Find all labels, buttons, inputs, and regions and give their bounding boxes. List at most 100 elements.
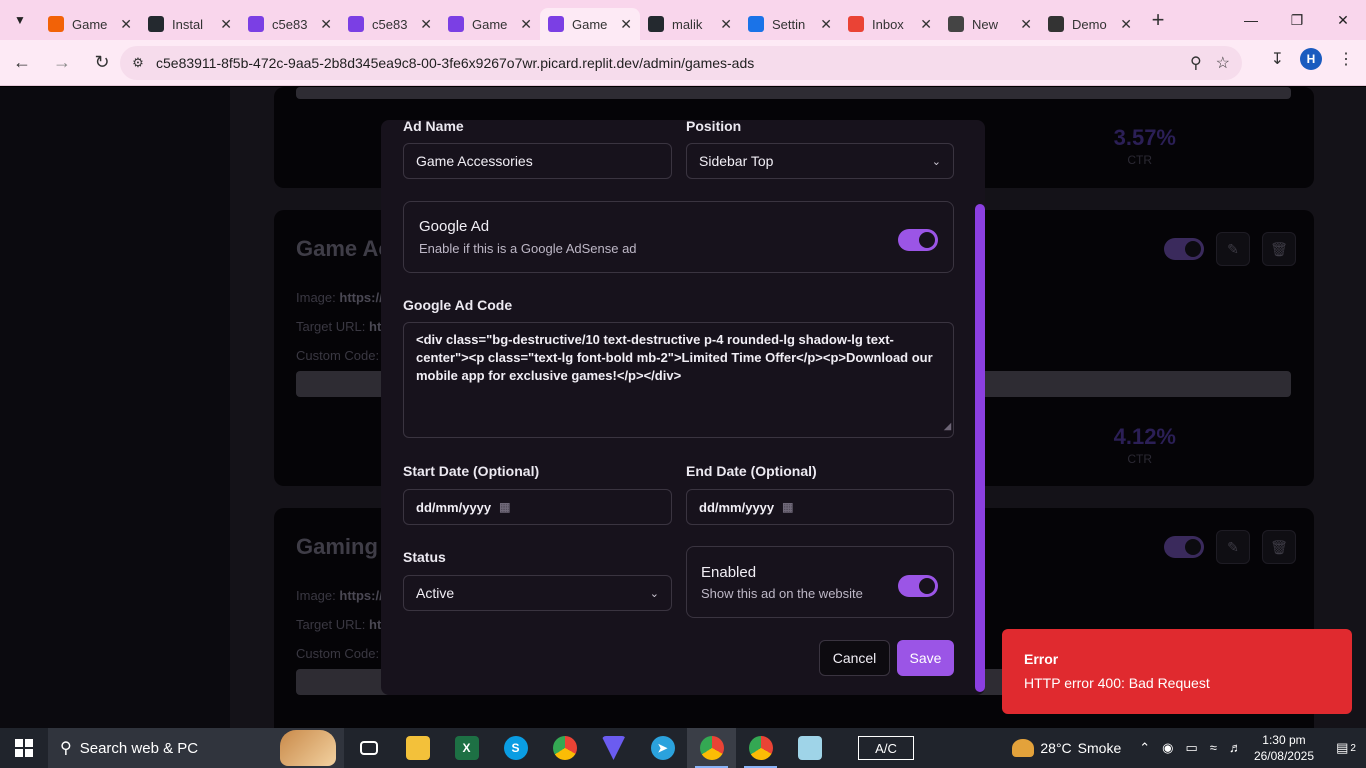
enabled-toggle[interactable] <box>898 575 938 597</box>
ad-name-input[interactable]: Game Accessories <box>403 143 672 179</box>
skype-icon[interactable]: S <box>491 728 540 768</box>
vpn-icon[interactable] <box>589 728 638 768</box>
forward-icon[interactable]: → <box>44 45 80 81</box>
close-tab-icon[interactable]: ✕ <box>1020 16 1032 33</box>
start-date-label: Start Date (Optional) <box>403 463 540 479</box>
enabled-description: Show this ad on the website <box>701 586 863 601</box>
gamepad-icon <box>348 16 364 32</box>
ac-indicator[interactable]: A/C <box>858 736 914 760</box>
browser-tab[interactable]: c5e83 ✕ <box>240 8 340 40</box>
edit-icon[interactable]: ✎ <box>1216 232 1250 266</box>
card-enabled-toggle[interactable] <box>1164 238 1204 260</box>
dialog-scrollbar[interactable] <box>975 204 985 692</box>
telegram-icon[interactable]: ➤ <box>638 728 687 768</box>
browser-tab[interactable]: c5e83 ✕ <box>340 8 440 40</box>
download-icon[interactable]: ↧ <box>1271 49 1284 69</box>
openai-icon <box>1048 16 1064 32</box>
zoom-icon[interactable]: ⚲ <box>1190 53 1202 73</box>
chrome-profile-icon[interactable] <box>687 728 736 768</box>
start-date-input[interactable]: dd/mm/yyyy ▦ <box>403 489 672 525</box>
tab-title: Inbox <box>872 16 904 32</box>
task-view-icon[interactable] <box>344 728 393 768</box>
volume-icon[interactable]: ♬ <box>1229 740 1242 756</box>
site-info-icon[interactable]: ⚙ <box>120 55 156 71</box>
back-icon[interactable]: ← <box>4 45 40 81</box>
edit-icon[interactable]: ✎ <box>1216 530 1250 564</box>
trash-icon[interactable]: 🗑 <box>1262 232 1296 266</box>
excel-icon[interactable]: X <box>442 728 491 768</box>
reload-icon[interactable]: ↻ <box>84 45 120 81</box>
menu-kebab-icon[interactable]: ⋮ <box>1338 49 1354 69</box>
close-window-icon[interactable]: ✕ <box>1320 0 1366 40</box>
save-button[interactable]: Save <box>897 640 954 676</box>
end-date-input[interactable]: dd/mm/yyyy ▦ <box>686 489 954 525</box>
close-tab-icon[interactable]: ✕ <box>820 16 832 33</box>
cancel-button[interactable]: Cancel <box>819 640 890 676</box>
minimize-icon[interactable]: — <box>1228 0 1274 40</box>
file-explorer-icon[interactable] <box>393 728 442 768</box>
tab-title: Game <box>472 16 508 32</box>
close-tab-icon[interactable]: ✕ <box>320 16 332 33</box>
close-tab-icon[interactable]: ✕ <box>1120 16 1132 33</box>
end-date-placeholder: dd/mm/yyyy <box>699 499 775 515</box>
browser-tab[interactable]: Game ✕ <box>440 8 540 40</box>
new-tab-button[interactable]: + <box>1140 0 1176 40</box>
wifi-icon[interactable]: ≈ <box>1210 740 1217 756</box>
taskbar-search[interactable]: ⚲ Search web & PC <box>48 728 344 768</box>
close-tab-icon[interactable]: ✕ <box>220 16 232 33</box>
status-select[interactable]: Active ⌄ <box>403 575 672 611</box>
browser-tab[interactable]: New ✕ <box>940 8 1040 40</box>
browser-tab[interactable]: Game ✕ <box>540 8 640 40</box>
profile-avatar[interactable]: H <box>1300 48 1322 70</box>
calendar-icon[interactable]: ▦ <box>782 500 793 514</box>
close-tab-icon[interactable]: ✕ <box>520 16 532 33</box>
card-image-line: Image: https://i <box>296 588 387 603</box>
card-title: Gaming ( <box>296 534 392 559</box>
card-enabled-toggle[interactable] <box>1164 536 1204 558</box>
window-controls: — ❐ ✕ <box>1228 0 1366 40</box>
close-tab-icon[interactable]: ✕ <box>920 16 932 33</box>
resize-handle-icon[interactable]: ◢ <box>944 417 951 435</box>
browser-tab[interactable]: malik ✕ <box>640 8 740 40</box>
toast-message: HTTP error 400: Bad Request <box>1024 675 1210 691</box>
chevron-down-icon: ⌄ <box>649 587 659 600</box>
notes-app-icon[interactable] <box>785 728 834 768</box>
battery-icon[interactable]: ▭ <box>1186 740 1198 756</box>
close-tab-icon[interactable]: ✕ <box>620 16 632 33</box>
browser-tab[interactable]: Inbox ✕ <box>840 8 940 40</box>
browser-tab[interactable]: Game ✕ <box>40 8 140 40</box>
card-target-line: Target URL: htt <box>296 319 386 334</box>
chrome-profile-2-icon[interactable] <box>736 728 785 768</box>
ad-name-label: Ad Name <box>403 118 464 134</box>
browser-tab[interactable]: Demo ✕ <box>1040 8 1140 40</box>
notification-center-icon[interactable]: ▤ 2 <box>1326 728 1366 768</box>
chevron-up-icon[interactable]: ⌃ <box>1139 740 1150 756</box>
google-ad-code-textarea[interactable]: <div class="bg-destructive/10 text-destr… <box>403 322 954 438</box>
search-highlight-illustration <box>280 730 336 766</box>
position-select[interactable]: Sidebar Top ⌄ <box>686 143 954 179</box>
clock[interactable]: 1:30 pm 26/08/2025 <box>1254 732 1314 764</box>
browser-tab[interactable]: Instal ✕ <box>140 8 240 40</box>
google-ad-toggle[interactable] <box>898 229 938 251</box>
close-tab-icon[interactable]: ✕ <box>720 16 732 33</box>
address-bar[interactable]: ⚙ c5e83911-8f5b-472c-9aa5-2b8d345ea9c8-0… <box>120 46 1242 80</box>
chrome-icon[interactable] <box>540 728 589 768</box>
tab-search-button[interactable]: ▼ <box>0 0 40 40</box>
meet-now-icon[interactable]: ◉ <box>1162 740 1173 756</box>
weather-widget[interactable]: 28°C Smoke <box>1012 739 1121 757</box>
calendar-icon[interactable]: ▦ <box>499 500 510 514</box>
maximize-icon[interactable]: ❐ <box>1274 0 1320 40</box>
bookmark-star-icon[interactable]: ☆ <box>1216 53 1230 73</box>
ctr-value: 3.57% <box>1113 125 1176 150</box>
weather-desc: Smoke <box>1077 740 1122 756</box>
position-label: Position <box>686 118 742 134</box>
close-tab-icon[interactable]: ✕ <box>420 16 432 33</box>
ctr-label: CTR <box>1127 153 1152 167</box>
start-button[interactable] <box>0 728 48 768</box>
trash-icon[interactable]: 🗑 <box>1262 530 1296 564</box>
close-tab-icon[interactable]: ✕ <box>120 16 132 33</box>
notification-count: 2 <box>1350 742 1356 754</box>
browser-tab[interactable]: Settin ✕ <box>740 8 840 40</box>
url-text[interactable]: c5e83911-8f5b-472c-9aa5-2b8d345ea9c8-00-… <box>156 55 1190 71</box>
search-icon: ⚲ <box>60 740 72 757</box>
